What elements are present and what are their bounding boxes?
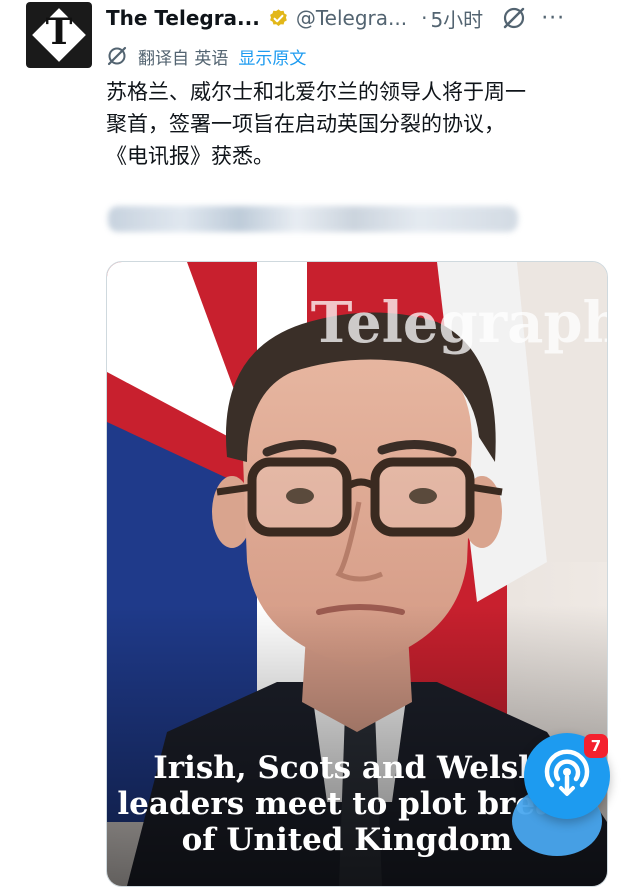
translation-row: 翻译自 英语 显示原文 <box>106 42 306 70</box>
tweet-text: 苏格兰、威尔士和北爱尔兰的领导人将于周一 聚首，签署一项旨在启动英国分裂的协议，… <box>106 76 606 172</box>
blurred-link[interactable] <box>108 206 518 232</box>
translate-icon <box>106 45 128 67</box>
tweet-time[interactable]: 5小时 <box>430 4 483 33</box>
notification-badge: 7 <box>584 734 608 758</box>
tweet-text-line: 聚首，签署一项旨在启动英国分裂的协议， <box>106 112 505 136</box>
tweet-header: The Telegra... @Telegra... · 5小时 ··· <box>106 4 607 32</box>
tweet-text-line: 《电讯报》获悉。 <box>106 144 274 168</box>
separator-dot: · <box>421 6 428 30</box>
tweet-text-line: 苏格兰、威尔士和北爱尔兰的领导人将于周一 <box>106 80 526 104</box>
translated-from-label: 翻译自 英语 <box>138 48 229 69</box>
author-avatar[interactable]: T <box>26 2 92 68</box>
avatar-letter: T <box>45 11 73 53</box>
author-name[interactable]: The Telegra... <box>106 6 260 30</box>
media-headline-line: Irish, Scots and Welsh <box>153 750 541 786</box>
media-headline-line: of United Kingdom <box>182 822 513 858</box>
grok-icon[interactable] <box>501 5 527 31</box>
media-headline-line: leaders meet to plot break <box>117 786 578 822</box>
more-icon[interactable]: ··· <box>541 6 565 31</box>
author-handle[interactable]: @Telegra... <box>296 6 407 30</box>
verified-icon[interactable] <box>268 8 289 29</box>
show-original-link[interactable]: 显示原文 <box>238 44 306 69</box>
telegraph-watermark: Telegraph <box>311 290 607 356</box>
